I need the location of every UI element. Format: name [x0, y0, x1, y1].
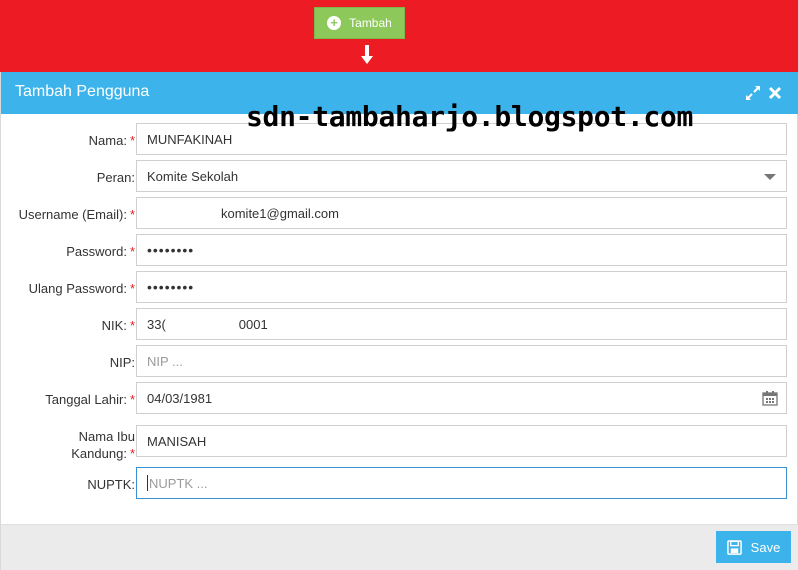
calendar-icon[interactable] [762, 390, 778, 406]
nama-label: Nama: * [88, 133, 135, 148]
nip-input[interactable]: NIP ... [136, 345, 787, 377]
save-label: Save [750, 539, 781, 555]
username-input[interactable]: komite1@gmail.com [136, 197, 787, 229]
username-label: Username (Email): * [18, 207, 135, 222]
ulang-password-label: Ulang Password: * [28, 281, 135, 296]
watermark-text: sdn-tambaharjo.blogspot.com [246, 100, 694, 133]
peran-label: Peran: [96, 170, 135, 185]
close-icon[interactable] [767, 85, 783, 101]
save-button[interactable]: Save [716, 531, 791, 563]
password-input[interactable]: •••••••• [136, 234, 787, 266]
nama-ibu-label: Nama Ibu Kandung: * [71, 429, 135, 461]
ulang-password-input[interactable]: •••••••• [136, 271, 787, 303]
save-icon [726, 539, 742, 555]
nik-label: NIK: * [101, 318, 135, 333]
nuptk-label: NUPTK: [87, 477, 135, 492]
down-arrow-icon [361, 45, 373, 64]
chevron-down-icon [764, 174, 776, 180]
tambah-button[interactable]: + Tambah [314, 7, 405, 39]
top-band: + Tambah [0, 0, 798, 72]
peran-select[interactable]: Komite Sekolah [136, 160, 787, 192]
dialog-footer: Save [1, 524, 798, 570]
text-cursor [147, 475, 148, 491]
tambah-label: Tambah [349, 16, 392, 30]
nik-input[interactable]: 33( 0001 [136, 308, 787, 340]
tanggal-lahir-input[interactable]: 04/03/1981 [136, 382, 787, 414]
nip-label: NIP: [109, 355, 135, 370]
password-label: Password: * [66, 244, 135, 259]
tanggal-lahir-label: Tanggal Lahir: * [45, 392, 135, 407]
nuptk-input[interactable]: NUPTK ... [136, 467, 787, 499]
expand-icon[interactable] [745, 85, 761, 101]
dialog-title: Tambah Pengguna [15, 83, 150, 100]
add-user-dialog: Tambah Pengguna Nama: * MUNFAKINAH Peran:… [0, 72, 798, 570]
nama-ibu-input[interactable]: MANISAH [136, 425, 787, 457]
plus-circle-icon: + [327, 16, 342, 30]
